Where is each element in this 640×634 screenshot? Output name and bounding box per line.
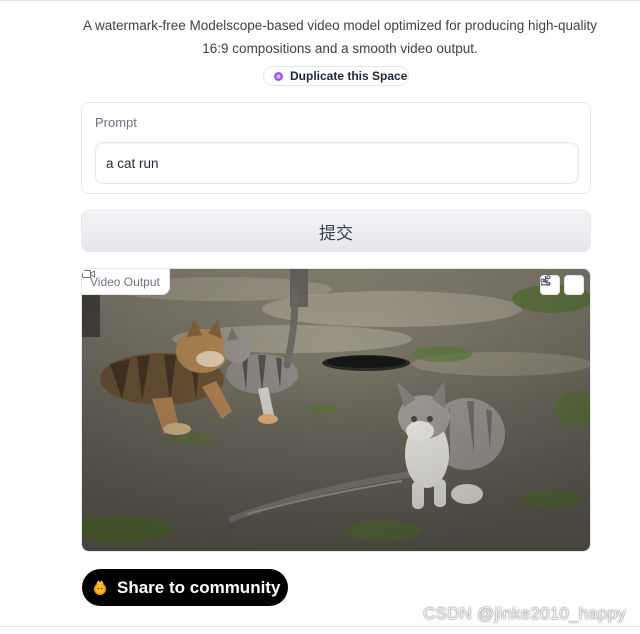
video-frame	[82, 269, 590, 551]
space-description-line-2: 16:9 compositions and a smooth video out…	[202, 41, 478, 56]
prompt-label: Prompt	[95, 115, 137, 130]
share-to-community-label: Share to community	[117, 577, 281, 597]
space-description-line-1: A watermark-free Modelscope-based video …	[82, 18, 597, 33]
share-to-community-button[interactable]: Share to community	[82, 569, 288, 606]
prompt-block: Prompt	[81, 102, 591, 194]
video-output-label-text: Video Output	[90, 274, 160, 289]
duplicate-space-label: Duplicate this Space	[290, 69, 408, 83]
prompt-input[interactable]	[95, 142, 579, 184]
share-video-button[interactable]	[540, 275, 584, 295]
bottom-divider	[0, 626, 640, 627]
submit-button[interactable]: 提交	[81, 210, 591, 252]
duplicate-logo-icon	[274, 71, 283, 81]
community-emoji-icon	[94, 579, 106, 595]
video-output-panel[interactable]: Video Output	[81, 268, 591, 552]
csdn-watermark: CSDN @jinke2010_happy	[423, 604, 626, 623]
video-camera-icon	[82, 270, 95, 278]
duplicate-space-button[interactable]: Duplicate this Space	[263, 66, 409, 86]
video-output-label: Video Output	[82, 269, 170, 295]
top-divider	[0, 0, 640, 1]
share-icon	[540, 275, 551, 286]
video-actions	[540, 275, 584, 295]
